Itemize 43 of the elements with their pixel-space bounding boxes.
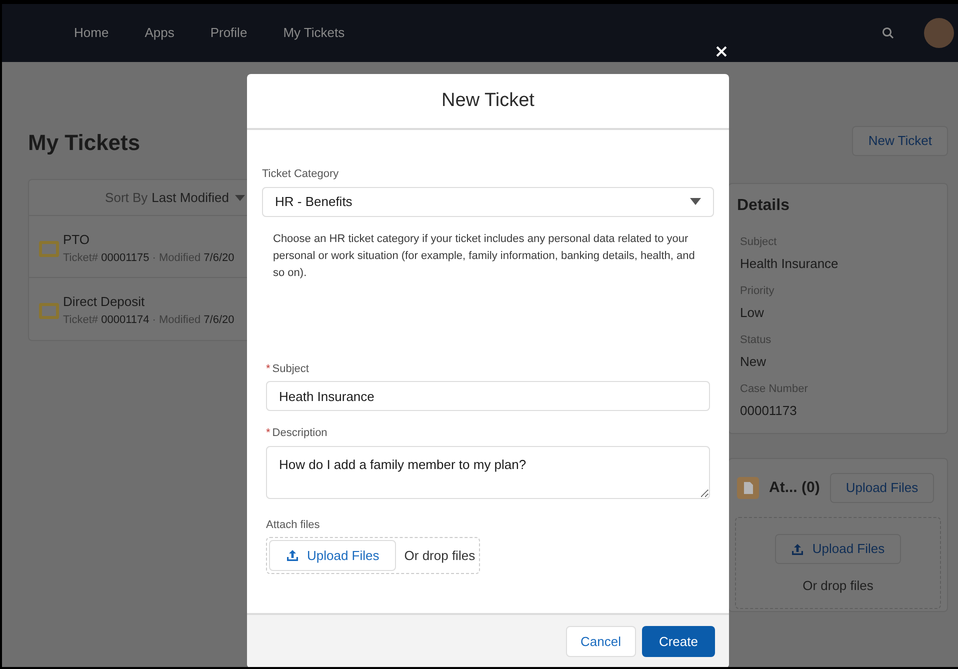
nav-link[interactable]: My Tickets [283, 23, 345, 43]
new-ticket-button[interactable]: New Ticket [852, 126, 948, 156]
ticket-title: PTO [63, 231, 90, 249]
file-drop-zone[interactable]: Upload Files Or drop files [266, 537, 480, 574]
briefcase-icon [39, 301, 59, 319]
sort-dropdown[interactable]: Last Modified [152, 188, 229, 208]
modal-title: New Ticket [442, 88, 534, 113]
field-value: Low [740, 304, 765, 322]
required-mark: * [266, 426, 270, 441]
field-label: Attach files [266, 518, 321, 532]
description-textarea[interactable]: How do I add a family member to my plan? [266, 446, 710, 498]
file-icon [737, 477, 759, 499]
page-title: My Tickets [28, 129, 142, 157]
field-value: New [740, 352, 768, 370]
create-button[interactable]: Create [642, 626, 715, 657]
required-mark: * [266, 362, 270, 376]
field-label: Description [272, 426, 328, 441]
upload-icon [791, 542, 804, 556]
upload-icon [286, 549, 299, 562]
upload-files-button[interactable]: Upload Files [269, 540, 396, 571]
attachments-title: At... (0) [769, 478, 820, 498]
file-drop-zone[interactable]: Upload Files Or drop files [735, 517, 941, 609]
field-label: Ticket Category [262, 167, 340, 182]
drop-files-text: Or drop files [404, 546, 476, 565]
details-heading: Details [737, 196, 790, 216]
field-value: Health Insurance [740, 254, 840, 272]
sort-label: Sort By [105, 188, 148, 207]
nav-link[interactable]: Home [74, 23, 109, 43]
close-icon[interactable] [716, 46, 727, 57]
field-value: 00001173 [740, 402, 798, 420]
upload-files-button[interactable]: Upload Files [830, 473, 934, 503]
search-icon[interactable] [882, 27, 894, 39]
briefcase-icon [39, 239, 59, 257]
nav-link[interactable]: Apps [144, 23, 174, 43]
nav-link[interactable]: Profile [210, 23, 248, 43]
upload-files-button[interactable]: Upload Files [775, 534, 901, 564]
cancel-button[interactable]: Cancel [566, 626, 636, 657]
drop-files-text: Or drop files [802, 577, 874, 595]
ticket-title: Direct Deposit [63, 293, 146, 311]
ticket-category-select[interactable]: HR - Benefits [262, 186, 714, 216]
subject-input[interactable]: Heath Insurance [266, 381, 710, 411]
field-label: Subject [272, 362, 309, 376]
caret-icon [690, 198, 701, 205]
